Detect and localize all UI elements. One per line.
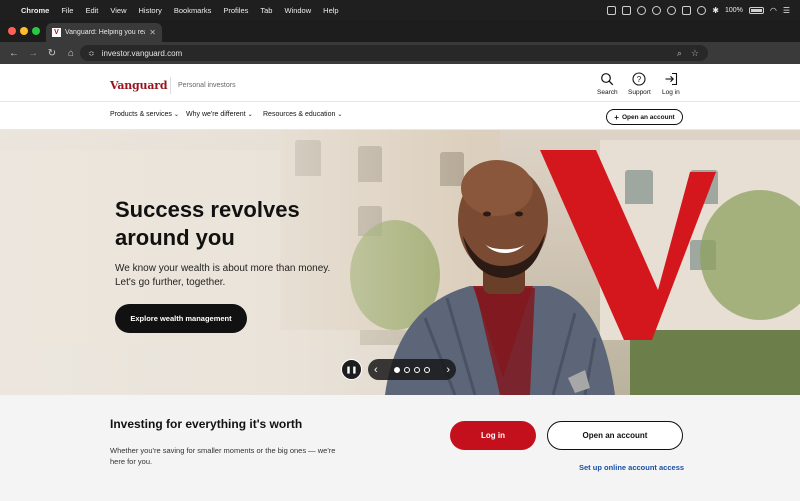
nav-resources-label: Resources & education [263, 111, 336, 118]
status-contact-icon[interactable] [622, 5, 632, 15]
search-button[interactable]: Search [597, 72, 618, 96]
bookmark-star-icon[interactable]: ☆ [691, 48, 699, 59]
carousel-dots [394, 366, 430, 373]
tab-title: Vanguard: Helping you reach [65, 29, 145, 36]
window-zoom-button[interactable] [32, 27, 40, 35]
bluetooth-icon[interactable]: ✱ [712, 6, 719, 15]
site-header: Vanguard Personal investors Search ? Sup… [0, 64, 800, 102]
hero-subtitle: We know your wealth is about more than m… [115, 263, 331, 288]
menu-profiles[interactable]: Profiles [223, 6, 248, 15]
search-label: Search [597, 89, 618, 96]
browser-tab[interactable]: V Vanguard: Helping you reach ✕ [46, 23, 162, 42]
menu-tab[interactable]: Tab [260, 6, 272, 15]
login-header-button[interactable]: Log in [662, 72, 680, 96]
status-sync-icon[interactable] [637, 5, 647, 15]
menu-window[interactable]: Window [284, 6, 311, 15]
login-button[interactable]: Log in [450, 421, 536, 450]
investing-text: Whether you're saving for smaller moment… [110, 446, 336, 466]
carousel-dot[interactable] [394, 366, 400, 373]
battery-label: 100% [724, 6, 743, 14]
chevron-left-icon[interactable]: ‹ [374, 364, 378, 376]
home-icon[interactable]: ⌂ [66, 48, 76, 59]
address-bar[interactable]: ≎ investor.vanguard.com ⌕ ☆ [80, 45, 708, 61]
menu-edit[interactable]: Edit [85, 6, 98, 15]
browser-toolbar: ← → ↻ ⌂ ≎ investor.vanguard.com ⌕ ☆ [0, 42, 800, 100]
hero-title: Success revolves around you [115, 197, 300, 250]
support-button[interactable]: ? Support [628, 72, 651, 96]
status-clock-icon[interactable] [697, 5, 707, 15]
pause-icon: ❚❚ [345, 366, 358, 374]
subbrand-label: Personal investors [178, 82, 236, 89]
url-text[interactable]: investor.vanguard.com [102, 49, 677, 58]
forward-icon[interactable]: → [28, 48, 38, 59]
open-account-button[interactable]: Open an account [547, 421, 683, 450]
hero-person-image [385, 160, 615, 395]
reload-icon[interactable]: ↻ [47, 48, 57, 59]
login-icon [665, 72, 677, 86]
window-close-button[interactable] [8, 27, 16, 35]
control-center-icon[interactable]: ☰ [783, 6, 790, 15]
vanguard-logo[interactable]: Vanguard [110, 79, 168, 92]
status-icons: ✱ 100% ◠ ☰ [607, 0, 790, 20]
menu-file[interactable]: File [61, 6, 73, 15]
menu-help[interactable]: Help [323, 6, 338, 15]
back-icon[interactable]: ← [9, 48, 19, 59]
wifi-icon[interactable]: ◠ [770, 6, 777, 15]
nav-why-label: Why we're different [186, 111, 246, 118]
investing-section: Investing for everything it's worth Whet… [0, 395, 800, 501]
battery-icon[interactable] [748, 6, 764, 14]
status-app-icon[interactable] [607, 5, 617, 15]
chevron-down-icon: ⌄ [247, 112, 253, 118]
setup-online-access-link[interactable]: Set up online account access [579, 463, 684, 472]
logo-divider [170, 77, 171, 94]
site-info-icon[interactable]: ≎ [88, 49, 95, 58]
nav-products-services[interactable]: Products & services ⌄ [110, 111, 179, 118]
open-account-nav-button[interactable]: + Open an account [606, 109, 683, 125]
carousel-dot[interactable] [414, 366, 420, 373]
search-icon [601, 73, 614, 86]
zoom-icon[interactable]: ⌕ [677, 48, 682, 59]
carousel-dot[interactable] [404, 366, 410, 373]
window-minimize-button[interactable] [20, 27, 28, 35]
login-header-label: Log in [662, 89, 680, 96]
chevron-down-icon: ⌄ [337, 112, 343, 118]
support-label: Support [628, 89, 651, 96]
nav-why-different[interactable]: Why we're different ⌄ [186, 111, 253, 118]
status-play-icon[interactable] [667, 5, 677, 15]
carousel-pager: ‹ › [368, 359, 456, 380]
chevron-down-icon: ⌄ [173, 112, 179, 118]
chevron-right-icon[interactable]: › [446, 364, 450, 376]
vanguard-favicon-icon: V [52, 28, 61, 37]
menu-bookmarks[interactable]: Bookmarks [174, 6, 212, 15]
menu-history[interactable]: History [139, 6, 162, 15]
hero-banner: Success revolves around you We know your… [0, 130, 800, 395]
macos-menu-bar: Chrome File Edit View History Bookmarks … [0, 0, 800, 20]
nav-resources-education[interactable]: Resources & education ⌄ [263, 111, 342, 118]
investing-title: Investing for everything it's worth [110, 417, 303, 431]
plus-icon: + [614, 112, 619, 122]
status-cloud-icon[interactable] [652, 5, 662, 15]
carousel-dot[interactable] [424, 366, 430, 373]
site-nav: Products & services ⌄ Why we're different… [0, 102, 800, 130]
menu-view[interactable]: View [110, 6, 126, 15]
carousel-pause-button[interactable]: ❚❚ [341, 359, 362, 380]
browser-tab-strip: V Vanguard: Helping you reach ✕ + [0, 20, 800, 57]
menu-chrome[interactable]: Chrome [21, 6, 49, 15]
help-icon: ? [632, 72, 646, 86]
tab-close-icon[interactable]: ✕ [149, 28, 156, 37]
status-media-icon[interactable] [682, 5, 692, 15]
svg-text:?: ? [637, 75, 642, 84]
open-account-nav-label: Open an account [621, 113, 675, 121]
carousel-controls: ❚❚ ‹ › [341, 359, 456, 380]
nav-products-label: Products & services [110, 111, 172, 118]
explore-wealth-management-button[interactable]: Explore wealth management [115, 304, 247, 333]
